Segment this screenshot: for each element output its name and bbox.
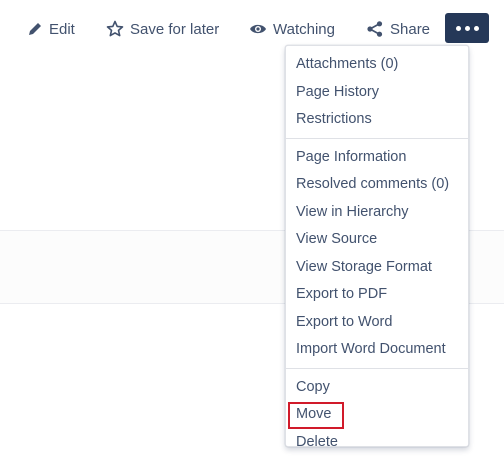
menu-item-view-storage-format[interactable]: View Storage Format [286, 254, 468, 282]
menu-item-view-source[interactable]: View Source [286, 226, 468, 254]
share-label: Share [390, 20, 431, 38]
share-button[interactable]: Share [366, 14, 430, 44]
ellipsis-icon [455, 25, 479, 31]
menu-item-view-in-hierarchy[interactable]: View in Hierarchy [286, 199, 468, 227]
menu-item-page-history[interactable]: Page History [286, 79, 468, 107]
menu-item-export-to-pdf[interactable]: Export to PDF [286, 281, 468, 309]
page: Edit Save for later Watching Share Attac… [0, 0, 504, 474]
menu-item-resolved-comments[interactable]: Resolved comments (0) [286, 171, 468, 199]
save-for-later-label: Save for later [130, 20, 220, 38]
menu-item-move[interactable]: Move [286, 401, 468, 429]
more-actions-button[interactable] [445, 13, 489, 43]
watching-button[interactable]: Watching [249, 14, 335, 44]
star-icon [106, 20, 124, 38]
menu-item-delete[interactable]: Delete [286, 429, 468, 457]
menu-item-attachments[interactable]: Attachments (0) [286, 51, 468, 79]
eye-icon [249, 22, 267, 36]
menu-item-restrictions[interactable]: Restrictions [286, 106, 468, 134]
menu-section-manage: Copy Move Delete [286, 367, 468, 461]
menu-item-move-label: Move [296, 406, 332, 422]
more-actions-menu: Attachments (0) Page History Restriction… [285, 45, 469, 450]
edit-button[interactable]: Edit [27, 14, 75, 44]
share-icon [366, 20, 384, 38]
save-for-later-button[interactable]: Save for later [106, 14, 219, 44]
menu-section-page: Attachments (0) Page History Restriction… [286, 46, 468, 138]
edit-label: Edit [49, 20, 75, 38]
menu-item-page-information[interactable]: Page Information [286, 144, 468, 172]
watching-label: Watching [273, 20, 335, 38]
menu-section-info: Page Information Resolved comments (0) V… [286, 137, 468, 368]
menu-item-import-word-document[interactable]: Import Word Document [286, 336, 468, 364]
menu-item-copy[interactable]: Copy [286, 374, 468, 402]
menu-item-export-to-word[interactable]: Export to Word [286, 309, 468, 337]
pencil-icon [27, 21, 43, 37]
